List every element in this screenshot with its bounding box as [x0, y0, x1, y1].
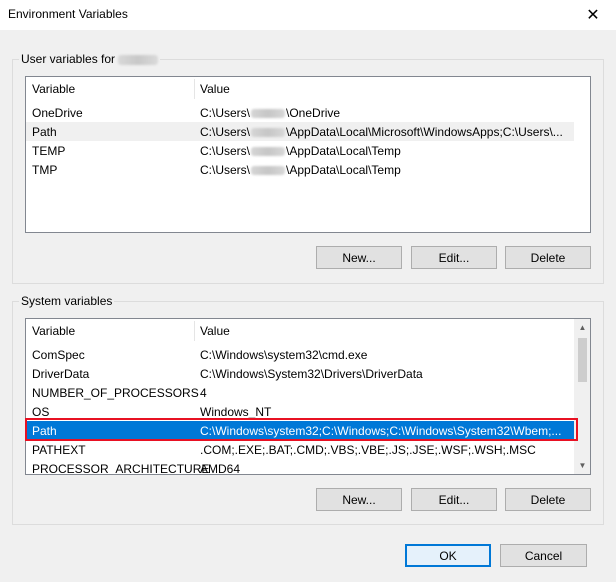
list-item[interactable]: TMP C:\Users\ \AppData\Local\Temp — [26, 160, 574, 179]
vertical-scrollbar[interactable]: ▲ ▼ — [574, 319, 590, 474]
close-button[interactable]: ✕ — [570, 0, 616, 30]
scroll-up-icon[interactable]: ▲ — [574, 319, 590, 336]
user-edit-button[interactable]: Edit... — [411, 246, 497, 269]
column-divider[interactable] — [194, 321, 195, 341]
list-item[interactable]: Path C:\Users\ \AppData\Local\Microsoft\W… — [26, 122, 574, 141]
list-item[interactable]: TEMP C:\Users\ \AppData\Local\Temp — [26, 141, 574, 160]
cancel-button[interactable]: Cancel — [500, 544, 587, 567]
title-bar: Environment Variables ✕ — [0, 0, 616, 30]
system-variables-list[interactable]: Variable Value ComSpec C:\Windows\system… — [25, 318, 591, 475]
ok-button[interactable]: OK — [405, 544, 491, 567]
list-item[interactable]: ComSpec C:\Windows\system32\cmd.exe — [26, 345, 574, 364]
user-delete-button[interactable]: Delete — [505, 246, 591, 269]
scroll-down-icon[interactable]: ▼ — [574, 457, 590, 474]
redacted-username — [251, 128, 286, 138]
system-delete-button[interactable]: Delete — [505, 488, 591, 511]
list-item[interactable]: OneDrive C:\Users\ \OneDrive — [26, 103, 574, 122]
redacted-username — [118, 54, 159, 65]
user-variables-label: User variables for — [19, 52, 161, 66]
window-title: Environment Variables — [8, 7, 128, 21]
column-header-value[interactable]: Value — [200, 82, 230, 96]
column-header-variable[interactable]: Variable — [32, 324, 75, 338]
redacted-username — [251, 109, 286, 119]
system-variables-label: System variables — [19, 294, 115, 308]
list-item[interactable]: PATHEXT .COM;.EXE;.BAT;.CMD;.VBS;.VBE;.J… — [26, 440, 574, 459]
user-new-button[interactable]: New... — [316, 246, 402, 269]
list-item[interactable]: PROCESSOR_ARCHITECTURE AMD64 — [26, 459, 574, 474]
system-list-header: Variable Value — [26, 319, 590, 343]
user-variables-list[interactable]: Variable Value OneDrive C:\Users\ \OneDri… — [25, 76, 591, 233]
list-item[interactable]: NUMBER_OF_PROCESSORS 4 — [26, 383, 574, 402]
redacted-username — [251, 147, 286, 157]
user-list-header: Variable Value — [26, 77, 590, 101]
column-header-variable[interactable]: Variable — [32, 82, 75, 96]
column-header-value[interactable]: Value — [200, 324, 230, 338]
list-item[interactable]: DriverData C:\Windows\System32\Drivers\D… — [26, 364, 574, 383]
column-divider[interactable] — [194, 79, 195, 99]
redacted-username — [251, 166, 286, 176]
system-new-button[interactable]: New... — [316, 488, 402, 511]
close-icon: ✕ — [586, 7, 600, 24]
system-edit-button[interactable]: Edit... — [411, 488, 497, 511]
scrollbar-thumb[interactable] — [578, 338, 587, 382]
highlight-outline — [25, 418, 578, 441]
